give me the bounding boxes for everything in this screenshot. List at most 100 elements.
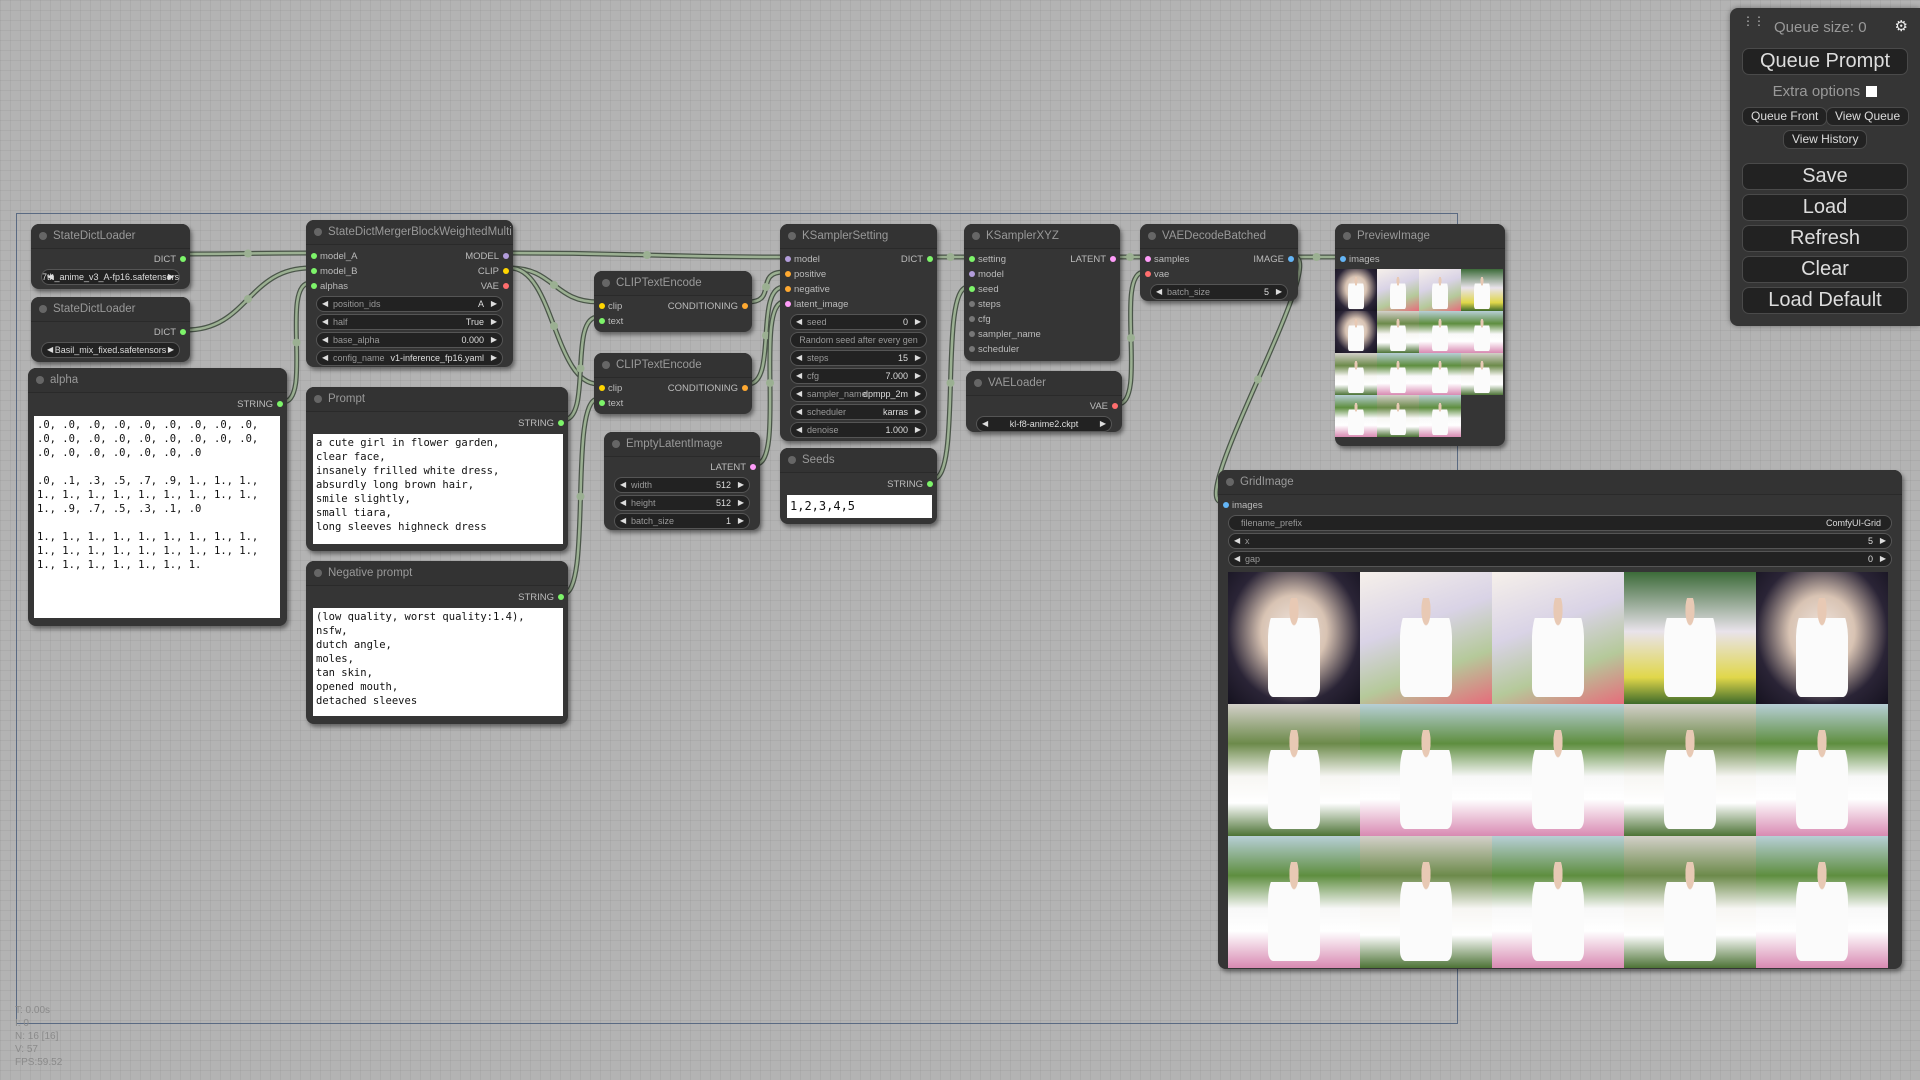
node-title[interactable]: CLIPTextEncode xyxy=(594,271,752,296)
node-state-dict-loader-1[interactable]: StateDictLoader DICT ◀ 7th_anime_v3_A-fp1… xyxy=(31,224,190,289)
input-samples[interactable]: samples xyxy=(1144,252,1189,267)
node-vae-decode-batched[interactable]: VAEDecodeBatched samples IMAGE vae ◀ batch… xyxy=(1140,224,1298,301)
generated-image-thumbnail[interactable] xyxy=(1756,836,1888,968)
node-grid-image[interactable]: GridImage images filename_prefix ComfyUI-… xyxy=(1218,470,1902,969)
input-latent-image[interactable]: latent_image xyxy=(784,297,848,312)
collapse-dot[interactable] xyxy=(39,232,47,240)
generated-image-thumbnail[interactable] xyxy=(1335,269,1377,311)
input-sampler-name[interactable]: sampler_name xyxy=(969,327,1041,342)
node-title[interactable]: CLIPTextEncode xyxy=(594,353,752,378)
widget-x[interactable]: ◀ x 5 ▶ xyxy=(1228,533,1892,549)
generated-image-thumbnail[interactable] xyxy=(1624,572,1756,704)
widget-seed[interactable]: ◀ seed 0 ▶ xyxy=(790,314,927,330)
arrow-left-icon[interactable]: ◀ xyxy=(1156,285,1162,299)
collapse-dot[interactable] xyxy=(612,440,620,448)
generated-image-thumbnail[interactable] xyxy=(1624,836,1756,968)
load-default-button[interactable]: Load Default xyxy=(1742,287,1908,314)
arrow-left-icon[interactable]: ◀ xyxy=(322,333,328,347)
input-model[interactable]: model xyxy=(969,267,1004,282)
generated-image-thumbnail[interactable] xyxy=(1377,269,1419,311)
node-title[interactable]: StateDictLoader xyxy=(31,297,190,322)
collapse-dot[interactable] xyxy=(1226,478,1234,486)
node-empty-latent-image[interactable]: EmptyLatentImage LATENT ◀ width 512 ▶ ◀ heig… xyxy=(604,432,760,530)
settings-gear-icon[interactable]: ⚙ xyxy=(1895,17,1908,35)
widget-scheduler[interactable]: ◀ scheduler karras ▶ xyxy=(790,404,927,420)
generated-image-thumbnail[interactable] xyxy=(1624,704,1756,836)
prompt-textarea[interactable]: a cute girl in flower garden, clear face… xyxy=(313,434,563,544)
arrow-right-icon[interactable]: ▶ xyxy=(1880,552,1886,566)
generated-image-thumbnail[interactable] xyxy=(1461,311,1503,353)
output-clip[interactable]: CLIP xyxy=(478,264,510,279)
generated-image-thumbnail[interactable] xyxy=(1377,395,1419,437)
generated-image-thumbnail[interactable] xyxy=(1228,836,1360,968)
extra-options-checkbox[interactable] xyxy=(1866,86,1878,97)
refresh-button[interactable]: Refresh xyxy=(1742,225,1908,252)
output-dict[interactable]: DICT xyxy=(154,325,187,340)
generated-image-thumbnail[interactable] xyxy=(1419,353,1461,395)
collapse-dot[interactable] xyxy=(1343,232,1351,240)
arrow-right-icon[interactable]: ▶ xyxy=(915,423,921,437)
input-model[interactable]: model xyxy=(785,252,820,267)
collapse-dot[interactable] xyxy=(788,232,796,240)
output-vae[interactable]: VAE xyxy=(481,279,510,294)
generated-image-thumbnail[interactable] xyxy=(1228,704,1360,836)
widget-cfg[interactable]: ◀ cfg 7.000 ▶ xyxy=(790,368,927,384)
widget-half[interactable]: ◀ half True ▶ xyxy=(316,314,503,330)
view-queue-button[interactable]: View Queue xyxy=(1826,107,1910,126)
view-history-button[interactable]: View History xyxy=(1783,130,1868,149)
arrow-right-icon[interactable]: ▶ xyxy=(168,343,174,357)
node-title[interactable]: GridImage xyxy=(1218,470,1902,495)
generated-image-thumbnail[interactable] xyxy=(1377,353,1419,395)
queue-prompt-button[interactable]: Queue Prompt xyxy=(1742,48,1908,75)
node-title[interactable]: KSamplerSetting xyxy=(780,224,937,249)
collapse-dot[interactable] xyxy=(602,279,610,287)
node-prompt[interactable]: Prompt STRING a cute girl in flower gard… xyxy=(306,387,568,551)
generated-image-thumbnail[interactable] xyxy=(1335,311,1377,353)
node-ksampler-setting[interactable]: KSamplerSetting model DICT positive negat… xyxy=(780,224,937,441)
arrow-left-icon[interactable]: ◀ xyxy=(796,405,802,419)
input-negative[interactable]: negative xyxy=(785,282,830,297)
generated-image-thumbnail[interactable] xyxy=(1335,395,1377,437)
output-image[interactable]: IMAGE xyxy=(1253,252,1294,267)
widget-base-alpha[interactable]: ◀ base_alpha 0.000 ▶ xyxy=(316,332,503,348)
arrow-right-icon[interactable]: ▶ xyxy=(1100,417,1106,431)
node-title[interactable]: StateDictMergerBlockWeightedMulti xyxy=(306,220,513,245)
generated-image-thumbnail[interactable] xyxy=(1360,704,1492,836)
arrow-right-icon[interactable]: ▶ xyxy=(491,297,497,311)
generated-image-thumbnail[interactable] xyxy=(1360,836,1492,968)
seeds-textarea[interactable]: 1,2,3,4,5 xyxy=(787,495,932,518)
generated-image-thumbnail[interactable] xyxy=(1492,836,1624,968)
node-clip-text-encode-negative[interactable]: CLIPTextEncode clip CONDITIONING text xyxy=(594,353,752,414)
input-text[interactable]: text xyxy=(598,314,623,329)
widget-vae-name[interactable]: ◀ kl-f8-anime2.ckpt ▶ xyxy=(976,416,1112,432)
input-images[interactable]: images xyxy=(1340,252,1380,267)
node-negative-prompt[interactable]: Negative prompt STRING (low quality, wor… xyxy=(306,561,568,724)
arrow-left-icon[interactable]: ◀ xyxy=(796,315,802,329)
output-vae[interactable]: VAE xyxy=(1090,399,1119,414)
generated-image-thumbnail[interactable] xyxy=(1419,311,1461,353)
alpha-textarea[interactable]: .0, .0, .0, .0, .0, .0, .0, .0, .0, .0, … xyxy=(34,416,280,618)
node-title[interactable]: alpha xyxy=(28,368,287,393)
collapse-dot[interactable] xyxy=(36,376,44,384)
node-title[interactable]: VAEDecodeBatched xyxy=(1140,224,1298,249)
widget-batch-size[interactable]: ◀ batch_size 1 ▶ xyxy=(614,513,750,529)
node-title[interactable]: EmptyLatentImage xyxy=(604,432,760,457)
output-dict[interactable]: DICT xyxy=(901,252,934,267)
arrow-left-icon[interactable]: ◀ xyxy=(796,351,802,365)
save-button[interactable]: Save xyxy=(1742,163,1908,190)
collapse-dot[interactable] xyxy=(314,569,322,577)
node-title[interactable]: PreviewImage xyxy=(1335,224,1505,249)
widget-batch-size[interactable]: ◀ batch_size 5 ▶ xyxy=(1150,284,1288,300)
generated-image-thumbnail[interactable] xyxy=(1360,572,1492,704)
arrow-right-icon[interactable]: ▶ xyxy=(738,514,744,528)
node-alpha[interactable]: alpha STRING .0, .0, .0, .0, .0, .0, .0,… xyxy=(28,368,287,626)
queue-front-button[interactable]: Queue Front xyxy=(1742,107,1828,126)
node-title[interactable]: StateDictLoader xyxy=(31,224,190,249)
collapse-dot[interactable] xyxy=(972,232,980,240)
node-title[interactable]: KSamplerXYZ xyxy=(964,224,1120,249)
arrow-left-icon[interactable]: ◀ xyxy=(796,387,802,401)
widget-gap[interactable]: ◀ gap 0 ▶ xyxy=(1228,551,1892,567)
input-cfg[interactable]: cfg xyxy=(969,312,991,327)
generated-image-thumbnail[interactable] xyxy=(1335,353,1377,395)
widget-height[interactable]: ◀ height 512 ▶ xyxy=(614,495,750,511)
